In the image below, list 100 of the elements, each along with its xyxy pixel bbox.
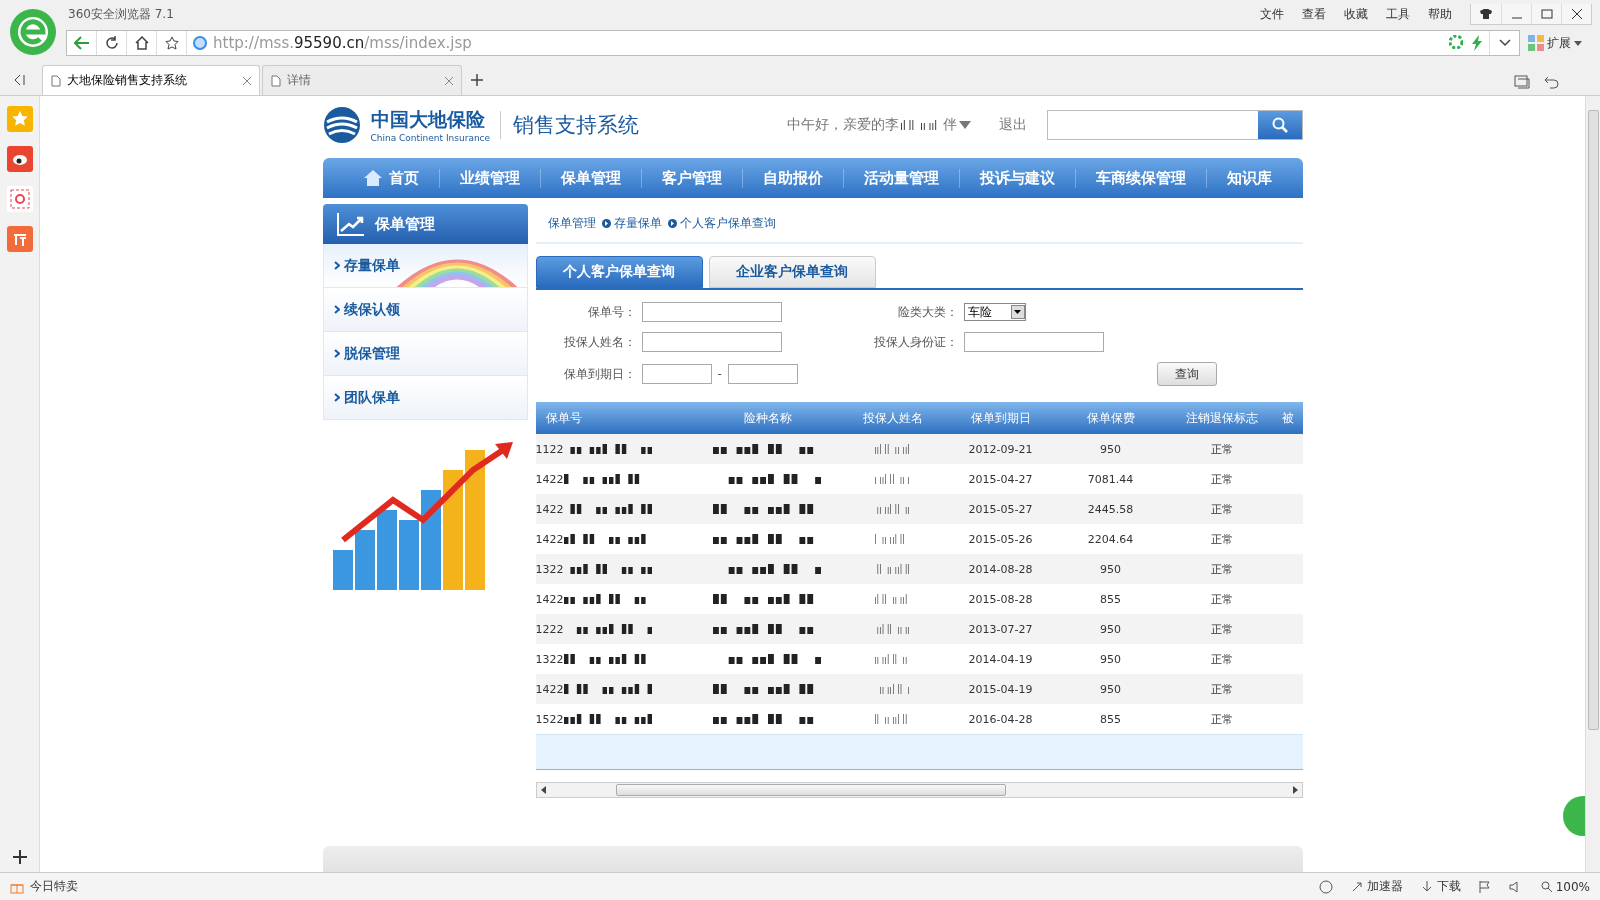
breadcrumb-link[interactable]: 个人客户保单查询 bbox=[667, 214, 776, 232]
arrow-circle-icon bbox=[601, 218, 611, 228]
table-cell-text: 2014-08-28 bbox=[967, 562, 1034, 576]
column-header: 注销退保标志 bbox=[1184, 409, 1259, 427]
undo-icon[interactable] bbox=[1544, 75, 1560, 89]
add-icon[interactable] bbox=[12, 850, 27, 864]
table-cell-text: 正常 bbox=[1209, 591, 1234, 607]
magnifier-icon bbox=[1540, 881, 1552, 892]
table-cell-text: 950 bbox=[1099, 682, 1122, 696]
sidebar-header: 保单管理 bbox=[322, 204, 528, 244]
table-cell-text: 2015-05-27 bbox=[967, 502, 1034, 516]
menu-item[interactable]: 工具 bbox=[1386, 5, 1410, 23]
status-button[interactable]: 加速器 bbox=[1350, 878, 1403, 895]
plus-icon bbox=[471, 74, 483, 86]
sidebar-item[interactable]: 团队保单 bbox=[322, 376, 528, 420]
home-icon bbox=[362, 169, 383, 187]
search-field[interactable] bbox=[1046, 110, 1303, 140]
input-field[interactable] bbox=[641, 332, 782, 352]
breadcrumb-link[interactable]: 存量保单 bbox=[601, 214, 662, 232]
table-cell-text: 正常 bbox=[1209, 711, 1234, 727]
redacted-text bbox=[875, 442, 911, 456]
scrollbar-thumb[interactable] bbox=[1587, 110, 1599, 730]
date-field[interactable] bbox=[641, 364, 712, 384]
column-header: 保单到期日 bbox=[969, 409, 1032, 427]
sidebar-item[interactable]: 续保认领 bbox=[322, 288, 528, 332]
redacted-text bbox=[875, 472, 911, 486]
table-cell-text: 2445.58 bbox=[1086, 502, 1135, 516]
breadcrumb-link[interactable]: 保单管理 bbox=[547, 214, 596, 232]
user-menu-caret-icon[interactable] bbox=[958, 121, 971, 129]
table-cell-text: 正常 bbox=[1209, 561, 1234, 577]
table-cell-text: 2013-07-27 bbox=[967, 622, 1034, 636]
table-cell-text: 2014-04-19 bbox=[967, 652, 1034, 666]
column-header: 保单保费 bbox=[1085, 409, 1136, 427]
query-tab[interactable]: 企业客户保单查询 bbox=[708, 256, 876, 288]
globe-icon bbox=[193, 36, 207, 50]
back-arrow-icon bbox=[73, 36, 90, 50]
reload-icon bbox=[104, 36, 119, 50]
table-cell: 1422 bbox=[535, 592, 564, 606]
table-cell: 1222 bbox=[535, 622, 564, 636]
menu-item[interactable]: 查看 bbox=[1302, 5, 1326, 23]
table-cell-text: 2012-09-21 bbox=[967, 442, 1034, 456]
menu-item[interactable]: 收藏 bbox=[1344, 5, 1368, 23]
scroll-right-icon[interactable] bbox=[1292, 786, 1298, 794]
field-label: 保单到期日： bbox=[562, 365, 636, 383]
table-cell: 1422 bbox=[535, 472, 564, 486]
date-field[interactable] bbox=[727, 364, 798, 384]
floating-badge-icon[interactable] bbox=[1563, 796, 1585, 836]
collapse-icon bbox=[14, 74, 26, 86]
scroll-left-icon[interactable] bbox=[540, 786, 546, 794]
sidebar-item[interactable]: 存量保单 bbox=[322, 244, 528, 288]
column-header: 投保人姓名 bbox=[862, 409, 924, 427]
close-tab-button[interactable] bbox=[243, 76, 251, 85]
table-cell-text: 正常 bbox=[1209, 471, 1234, 487]
table-cell: 1122 bbox=[535, 442, 564, 456]
tab-list-icon[interactable] bbox=[1514, 75, 1530, 89]
lightning-icon bbox=[1471, 35, 1483, 51]
zoom-button[interactable]: 100% bbox=[1540, 879, 1590, 894]
download-icon bbox=[1420, 880, 1433, 893]
home-icon bbox=[134, 36, 149, 50]
chevron-icon bbox=[333, 305, 340, 314]
input-field[interactable] bbox=[963, 332, 1104, 352]
search-icon bbox=[1271, 117, 1288, 133]
menu-item[interactable]: 帮助 bbox=[1428, 5, 1452, 23]
extensions-menu[interactable]: 扩展 bbox=[1547, 34, 1571, 52]
input-field[interactable] bbox=[641, 302, 782, 322]
address-field[interactable]: http://mss.95590.cn/mss/index.jsp bbox=[213, 34, 472, 52]
table-cell-text: 正常 bbox=[1209, 501, 1234, 517]
field-label: 投保人身份证： bbox=[872, 333, 958, 351]
table-cell-text: 2015-04-27 bbox=[967, 472, 1034, 486]
column-header: 被 bbox=[1280, 409, 1295, 427]
range-separator: - bbox=[717, 367, 722, 381]
column-header: 保单号 bbox=[544, 409, 583, 427]
logout-link[interactable]: 退出 bbox=[998, 116, 1027, 134]
table-cell-text: 2015-04-19 bbox=[967, 682, 1034, 696]
feedback-icon[interactable] bbox=[1318, 879, 1333, 894]
table-cell-text: 2016-04-28 bbox=[967, 712, 1034, 726]
discount-icon[interactable] bbox=[6, 226, 33, 252]
query-button[interactable]: 查询 bbox=[1156, 362, 1217, 386]
deals-link[interactable]: 今日特卖 bbox=[30, 878, 78, 895]
query-tab[interactable]: 个人客户保单查询 bbox=[535, 256, 703, 288]
scrollbar-thumb[interactable] bbox=[615, 784, 1006, 796]
table-cell-text: 7081.44 bbox=[1086, 472, 1135, 486]
table-cell-text: 950 bbox=[1099, 442, 1122, 456]
sidebar-item[interactable]: 脱保管理 bbox=[322, 332, 528, 376]
table-cell-text: 950 bbox=[1099, 622, 1122, 636]
close-tab-button[interactable] bbox=[445, 76, 453, 85]
column-header: 险种名称 bbox=[743, 409, 793, 427]
select-field[interactable]: 车险 bbox=[963, 303, 1026, 321]
page-icon bbox=[271, 74, 281, 87]
menu-item[interactable]: 文件 bbox=[1260, 5, 1284, 23]
table-cell: 1422 bbox=[535, 502, 564, 516]
browser-tab[interactable]: 大地保险销售支持系统 bbox=[42, 65, 260, 95]
search-button[interactable] bbox=[1257, 111, 1302, 139]
table-cell-text: 855 bbox=[1099, 712, 1122, 726]
page-icon bbox=[51, 74, 61, 87]
extensions-icon bbox=[1528, 35, 1544, 51]
greeting-text: 中午好，亲爱的李 bbox=[786, 116, 899, 134]
status-button[interactable]: 下载 bbox=[1420, 878, 1461, 895]
browser-tab[interactable]: 详情 bbox=[262, 65, 462, 95]
flag-icon[interactable] bbox=[1478, 880, 1491, 893]
